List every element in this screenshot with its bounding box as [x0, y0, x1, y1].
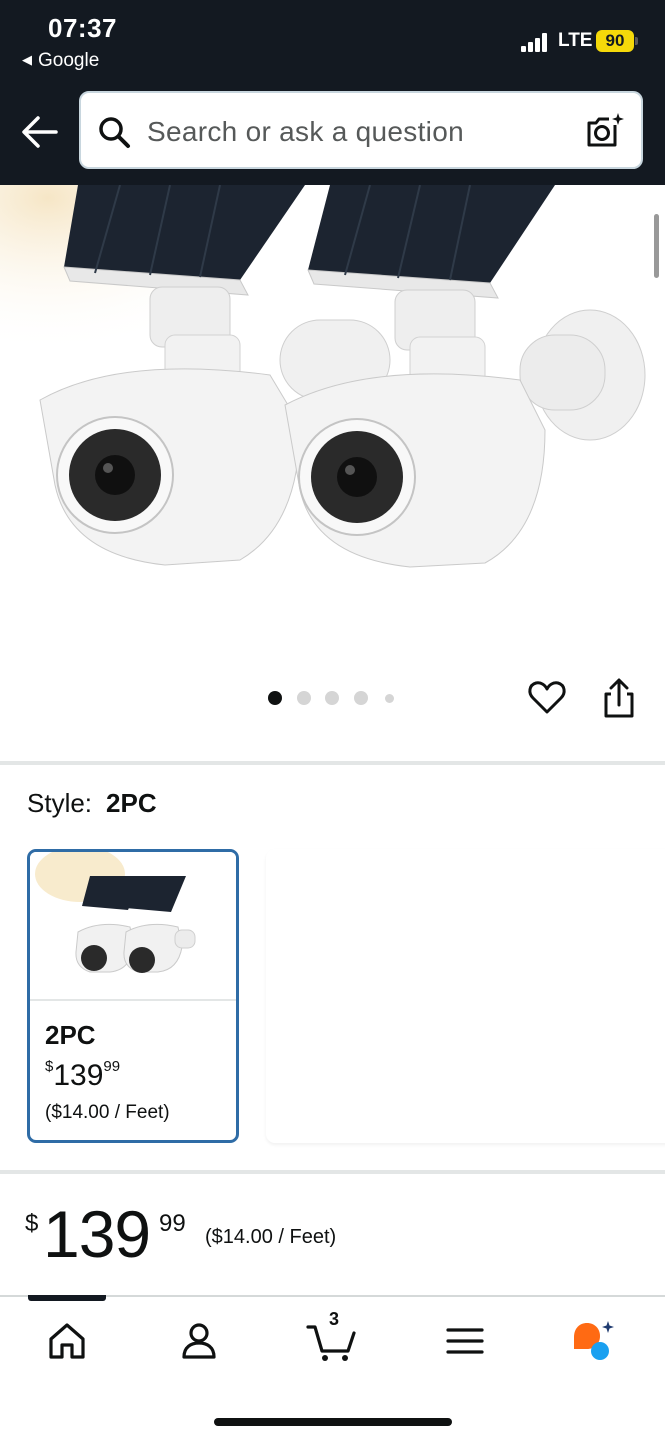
- search-bar[interactable]: Search or ask a question: [79, 91, 643, 169]
- style-option-placeholder: [266, 849, 665, 1143]
- scroll-indicator: [654, 214, 659, 278]
- status-time: 07:37: [48, 13, 117, 43]
- section-divider: [0, 761, 665, 765]
- style-option-price: $13999: [45, 1058, 120, 1093]
- pagination-dot-active[interactable]: [268, 691, 282, 705]
- hamburger-menu-icon[interactable]: [443, 1319, 487, 1363]
- selected-style: 2PC: [106, 788, 157, 818]
- pagination-dot[interactable]: [325, 691, 339, 705]
- signal-strength-icon: [521, 32, 551, 52]
- home-icon[interactable]: [45, 1319, 89, 1363]
- price-currency: $: [25, 1210, 39, 1237]
- share-icon[interactable]: [600, 678, 638, 720]
- style-option-price-fraction: 99: [103, 1058, 121, 1075]
- style-option-thumbnail: [30, 852, 236, 999]
- camera-search-icon[interactable]: [585, 111, 625, 151]
- back-arrow-icon[interactable]: [20, 112, 60, 152]
- style-label-text: Style:: [27, 788, 93, 818]
- card-divider: [30, 999, 236, 1001]
- back-triangle-icon: ◀: [22, 52, 32, 67]
- style-option-name: 2PC: [45, 1020, 96, 1050]
- battery-cap: [635, 37, 638, 45]
- product-image: [0, 185, 665, 665]
- price-whole: 139: [43, 1197, 151, 1271]
- style-option-unit-price: ($14.00 / Feet): [45, 1102, 170, 1123]
- heart-icon[interactable]: [527, 678, 567, 718]
- search-input[interactable]: Search or ask a question: [147, 116, 464, 148]
- cart-count-badge: 3: [329, 1309, 340, 1329]
- back-to-app-link[interactable]: ◀ Google: [22, 50, 99, 72]
- person-icon[interactable]: [177, 1319, 221, 1363]
- product-image-gallery[interactable]: [0, 185, 665, 665]
- ai-assistant-icon[interactable]: [570, 1319, 614, 1363]
- pagination-dot[interactable]: [385, 694, 394, 703]
- style-option-price-whole: 139: [53, 1059, 104, 1092]
- battery-icon: 90: [596, 30, 634, 52]
- style-option-2pc[interactable]: 2PC $13999 ($14.00 / Feet): [27, 849, 239, 1143]
- home-indicator: [214, 1418, 452, 1426]
- pagination-dot[interactable]: [354, 691, 368, 705]
- bottom-navigation: 3: [0, 1295, 665, 1440]
- price-unit: ($14.00 / Feet): [205, 1226, 337, 1248]
- network-type: LTE: [558, 30, 593, 51]
- style-label: Style: 2PC: [27, 788, 157, 819]
- pagination-dot[interactable]: [297, 691, 311, 705]
- price-fraction: 99: [159, 1210, 186, 1237]
- search-icon: [99, 117, 130, 148]
- back-app-label: Google: [38, 50, 100, 71]
- nav-active-indicator: [28, 1295, 106, 1301]
- top-header: 07:37 ◀ Google LTE 90 Search or ask a que…: [0, 0, 665, 185]
- section-divider: [0, 1170, 665, 1174]
